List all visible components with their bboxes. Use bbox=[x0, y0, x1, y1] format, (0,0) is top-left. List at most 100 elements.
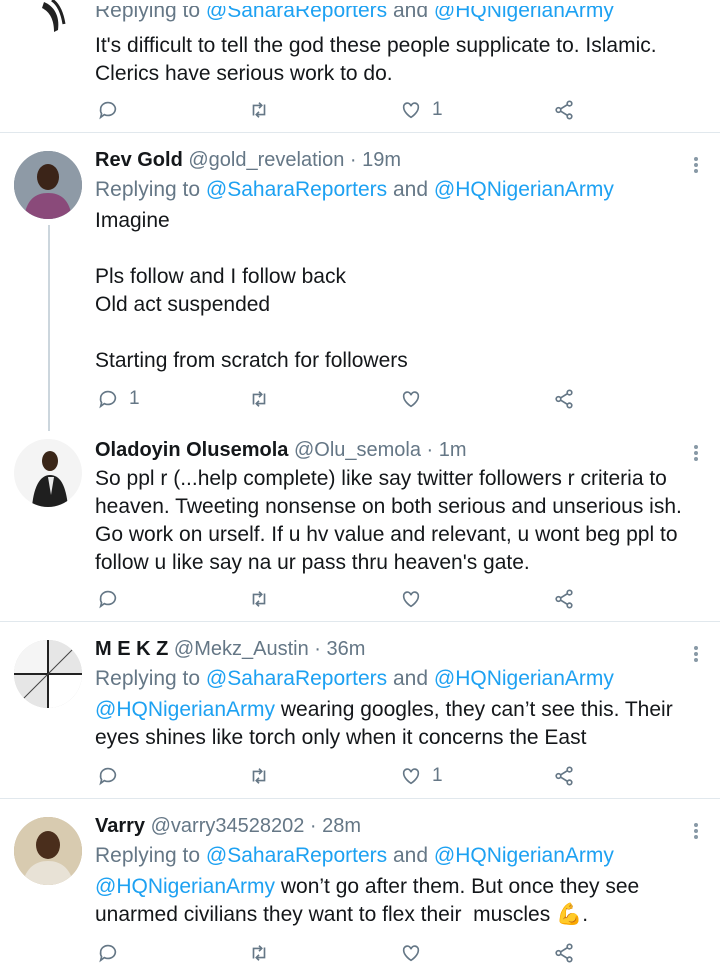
handle[interactable]: @Mekz_Austin bbox=[174, 638, 309, 660]
handle[interactable]: @Olu_semola bbox=[294, 439, 421, 461]
mention-link[interactable]: @HQNigerianArmy bbox=[434, 667, 614, 690]
more-icon[interactable] bbox=[690, 155, 702, 175]
mention-link[interactable]: @SaharaReporters bbox=[206, 667, 387, 690]
tweet-text: Imagine Pls follow and I follow back Old… bbox=[95, 209, 408, 372]
like-icon bbox=[402, 945, 420, 962]
like-button[interactable]: 1 bbox=[400, 96, 443, 124]
avatar-image bbox=[14, 640, 82, 708]
tweet-actions bbox=[95, 585, 595, 613]
tweet-header: M E K Z @Mekz_Austin · 36m bbox=[95, 638, 365, 661]
reply-button[interactable]: 1 bbox=[97, 385, 140, 413]
mention-link[interactable]: @SaharaReporters bbox=[206, 178, 387, 201]
mention-link[interactable]: @SaharaReporters bbox=[206, 844, 387, 867]
like-icon bbox=[402, 391, 420, 408]
like-button[interactable]: 1 bbox=[400, 762, 443, 790]
avatar-image bbox=[14, 439, 82, 507]
timestamp: · 36m bbox=[314, 638, 366, 660]
share-icon bbox=[555, 943, 573, 963]
share-icon bbox=[555, 100, 573, 120]
replying-label: Replying to bbox=[95, 0, 201, 22]
replying-label: Replying to bbox=[95, 178, 201, 201]
tweet-0[interactable]: Replying to @SaharaReporters and @HQNige… bbox=[0, 0, 720, 132]
avatar[interactable] bbox=[14, 0, 82, 34]
share-button[interactable] bbox=[553, 585, 575, 613]
share-icon bbox=[555, 389, 573, 409]
share-button[interactable] bbox=[553, 762, 575, 790]
replying-to: Replying to @SaharaReporters and @HQNige… bbox=[95, 0, 614, 22]
tweet-actions bbox=[95, 939, 595, 967]
avatar[interactable] bbox=[14, 439, 82, 507]
like-button[interactable] bbox=[400, 939, 422, 967]
retweet-icon bbox=[252, 591, 266, 607]
reply-button[interactable] bbox=[97, 762, 129, 790]
tweet-2[interactable]: Oladoyin Olusemola @Olu_semola · 1m So p… bbox=[0, 431, 720, 621]
avatar[interactable] bbox=[14, 640, 82, 708]
mention-link[interactable]: @SaharaReporters bbox=[206, 6, 387, 22]
avatar[interactable] bbox=[14, 151, 82, 219]
reply-icon bbox=[99, 590, 117, 609]
avatar[interactable] bbox=[14, 817, 82, 885]
display-name[interactable]: Oladoyin Olusemola bbox=[95, 439, 288, 461]
like-count: 1 bbox=[432, 99, 443, 120]
tweet-text: So ppl r (...help complete) like say twi… bbox=[95, 467, 682, 574]
handle[interactable]: @varry34528202 bbox=[151, 815, 305, 837]
mention-link[interactable]: @HQNigerianArmy bbox=[95, 875, 275, 898]
tweet-3[interactable]: M E K Z @Mekz_Austin · 36m Replying to @… bbox=[0, 622, 720, 798]
retweet-icon bbox=[252, 945, 266, 961]
share-button[interactable] bbox=[553, 96, 575, 124]
reply-button[interactable] bbox=[97, 939, 119, 967]
display-name[interactable]: Rev Gold bbox=[95, 149, 183, 171]
like-count: 1 bbox=[432, 765, 443, 786]
reply-icon bbox=[99, 944, 117, 963]
tweet-text-end: . bbox=[582, 903, 589, 926]
and-label: and bbox=[393, 0, 429, 22]
mention-link[interactable]: @HQNigerianArmy bbox=[434, 6, 614, 22]
handle[interactable]: @gold_revelation bbox=[188, 149, 344, 171]
share-button[interactable] bbox=[553, 385, 575, 413]
more-icon[interactable] bbox=[690, 821, 702, 841]
and-label: and bbox=[393, 178, 429, 201]
avatar-image bbox=[42, 0, 66, 32]
replying-to: Replying to @SaharaReporters and @HQNige… bbox=[95, 844, 614, 868]
avatar-image bbox=[14, 151, 82, 219]
mention-link[interactable]: @HQNigerianArmy bbox=[95, 698, 275, 721]
timestamp: · 28m bbox=[309, 815, 362, 837]
and-label: and bbox=[393, 844, 429, 867]
display-name[interactable]: Varry bbox=[95, 815, 145, 837]
like-icon bbox=[402, 591, 420, 608]
retweet-button[interactable] bbox=[248, 762, 280, 790]
retweet-button[interactable] bbox=[248, 385, 280, 413]
reply-button[interactable] bbox=[97, 585, 129, 613]
reply-button[interactable] bbox=[97, 96, 129, 124]
timestamp: · 1m bbox=[426, 439, 467, 461]
retweet-button[interactable] bbox=[248, 585, 280, 613]
replying-label: Replying to bbox=[95, 667, 201, 690]
reply-icon bbox=[99, 767, 117, 786]
mention-link[interactable]: @HQNigerianArmy bbox=[434, 844, 614, 867]
tweet-text: @HQNigerianArmy wearing googles, they ca… bbox=[95, 696, 695, 752]
reply-icon bbox=[99, 390, 117, 409]
tweet-text: It's difficult to tell the god these peo… bbox=[95, 34, 657, 85]
like-button[interactable] bbox=[400, 585, 432, 613]
avatar-image bbox=[14, 817, 82, 885]
like-icon bbox=[402, 102, 420, 119]
retweet-icon bbox=[252, 768, 266, 784]
more-icon[interactable] bbox=[690, 644, 702, 664]
display-name[interactable]: M E K Z bbox=[95, 638, 168, 660]
share-icon bbox=[555, 766, 573, 786]
retweet-button[interactable] bbox=[248, 96, 280, 124]
retweet-icon bbox=[252, 102, 266, 118]
share-button[interactable] bbox=[553, 939, 575, 967]
tweet-header: Rev Gold @gold_revelation · 19m bbox=[95, 149, 401, 172]
more-icon[interactable] bbox=[690, 443, 702, 463]
reply-count: 1 bbox=[129, 388, 140, 409]
mention-link[interactable]: @HQNigerianArmy bbox=[434, 178, 614, 201]
tweet-4[interactable]: Varry @varry34528202 · 28m Replying to @… bbox=[0, 799, 720, 963]
retweet-button[interactable] bbox=[248, 939, 270, 967]
like-icon bbox=[402, 768, 420, 785]
replying-to: Replying to @SaharaReporters and @HQNige… bbox=[95, 178, 614, 202]
tweet-1[interactable]: Rev Gold @gold_revelation · 19m Replying… bbox=[0, 133, 720, 431]
tweet-text: @HQNigerianArmy won’t go after them. But… bbox=[95, 873, 695, 929]
flexed-biceps-emoji: 💪 bbox=[556, 903, 583, 926]
like-button[interactable] bbox=[400, 385, 432, 413]
